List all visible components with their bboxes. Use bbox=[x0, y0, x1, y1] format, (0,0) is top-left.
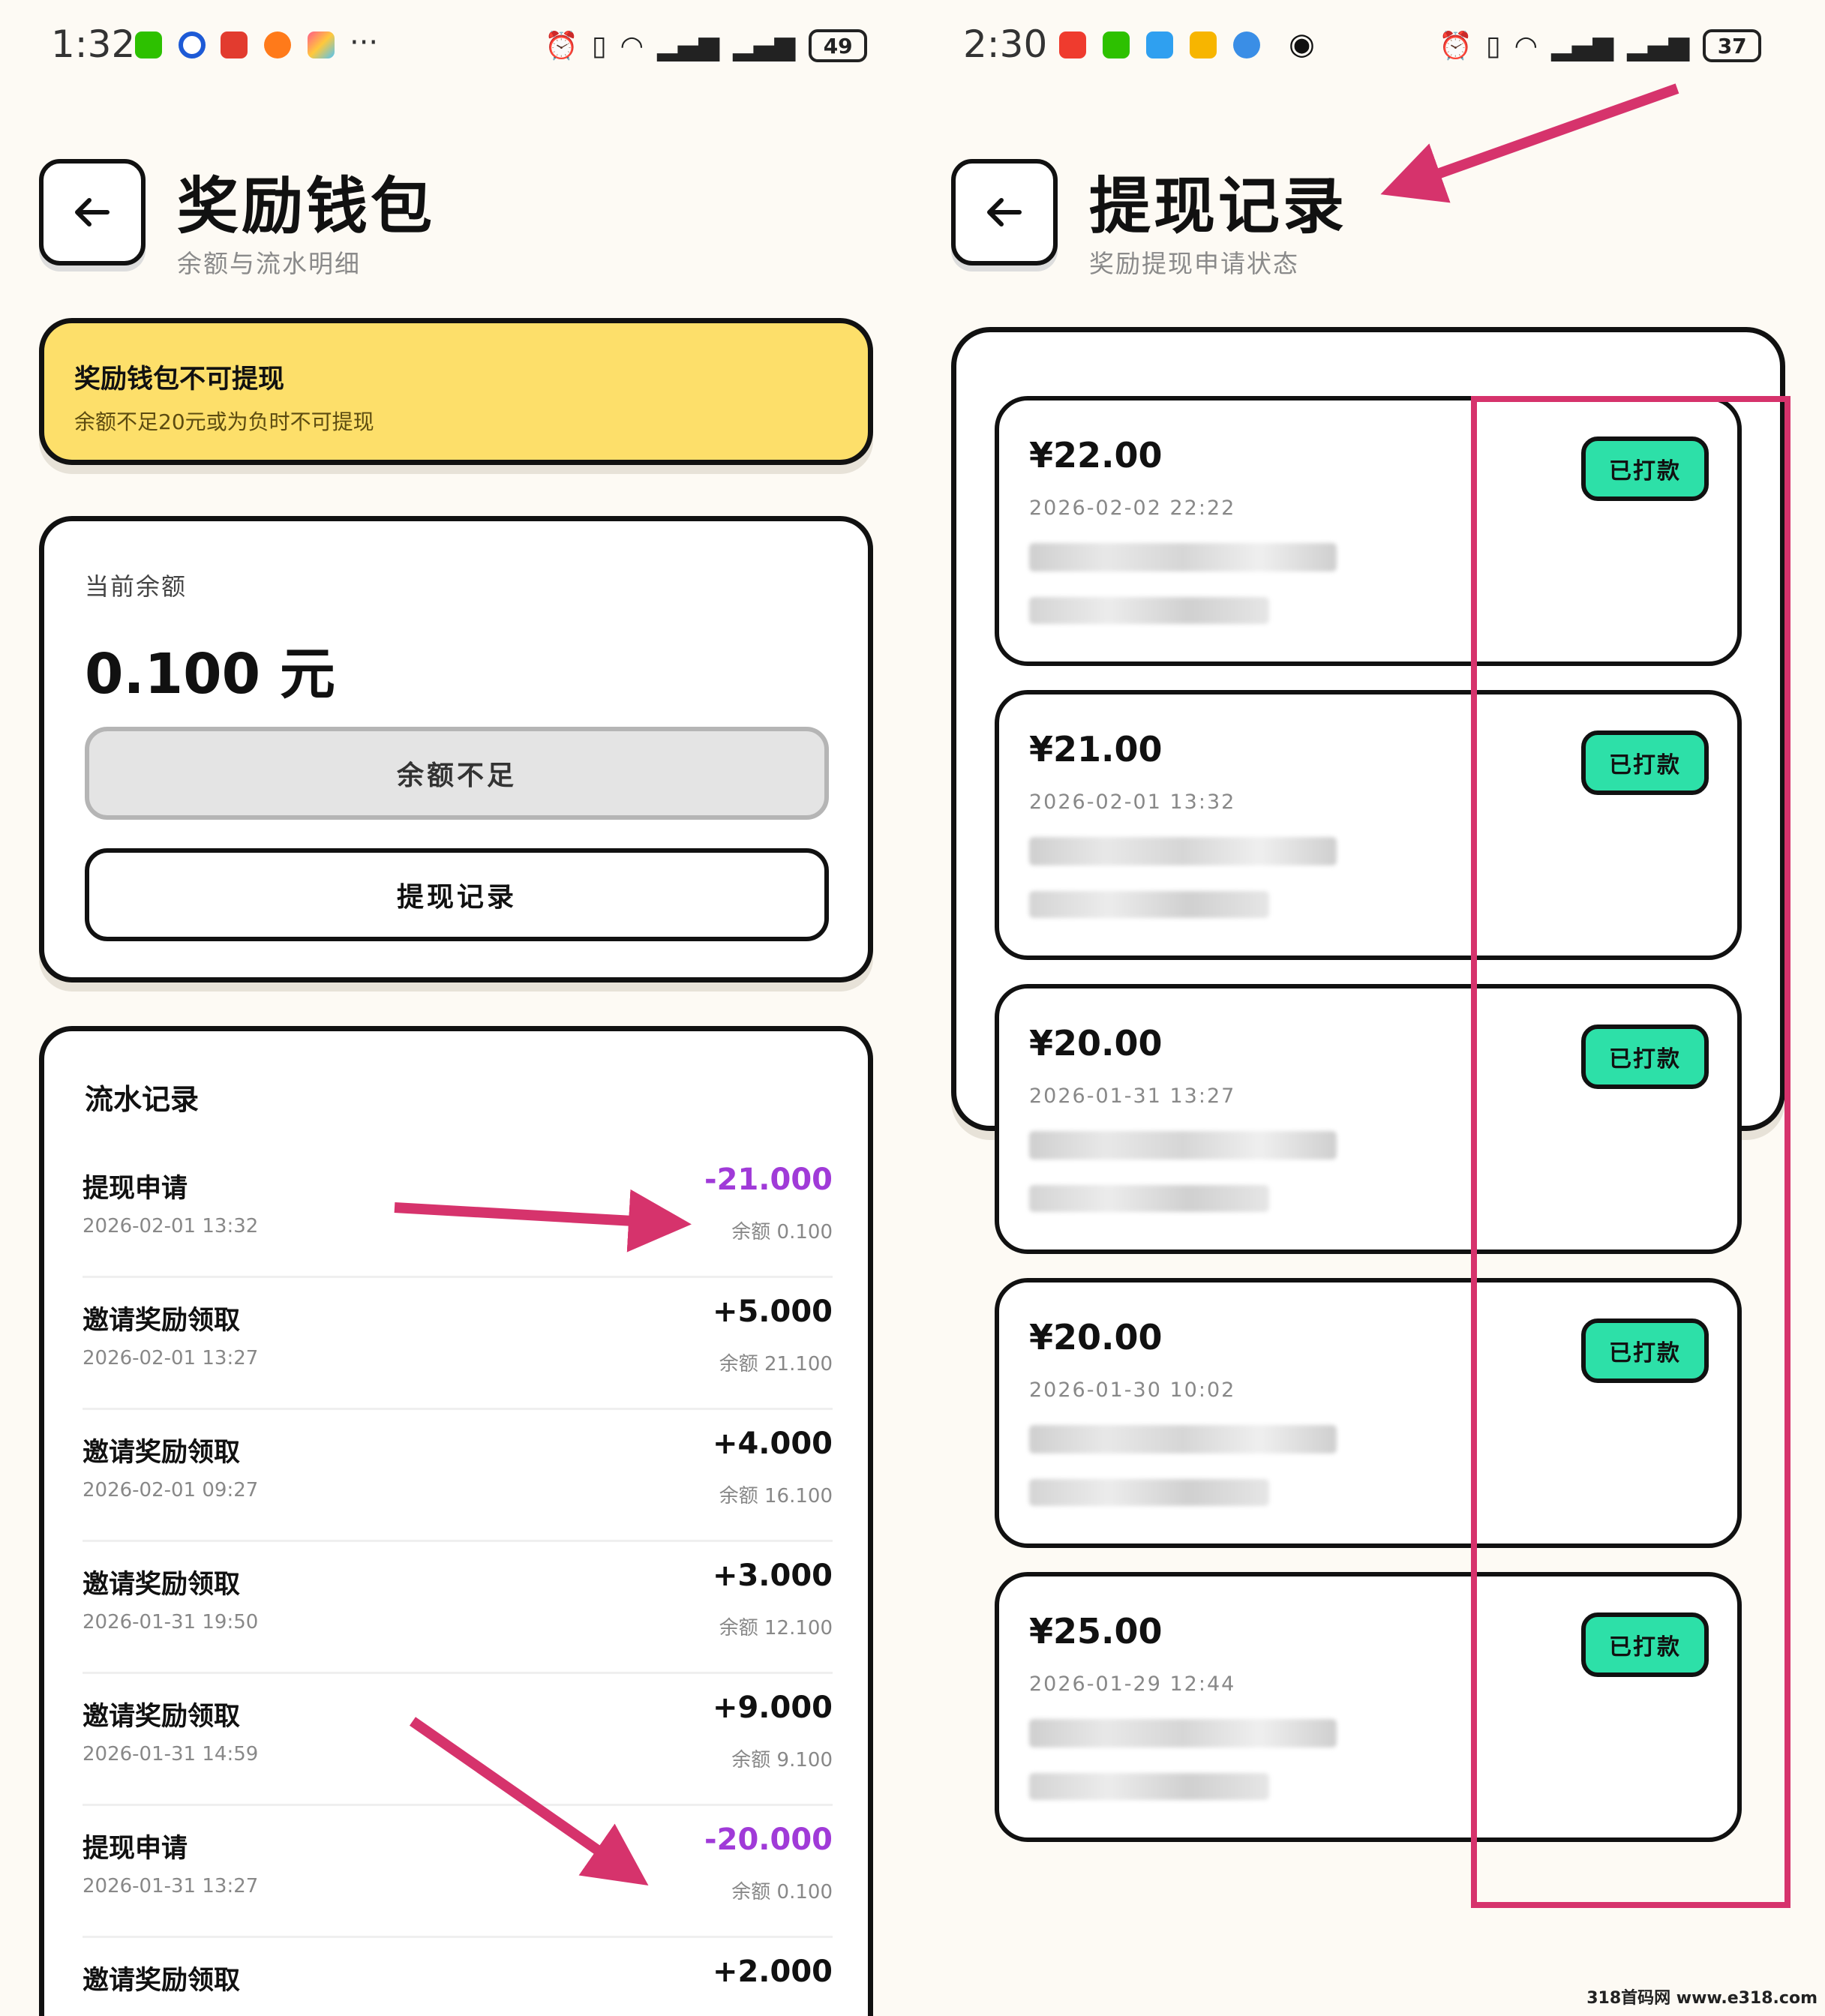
annotation-highlight-box bbox=[1471, 396, 1790, 1908]
annotation-overlay bbox=[394, 83, 1790, 1908]
annotation-arrow bbox=[409, 1717, 649, 1886]
watermark: 318首码网 www.e318.com bbox=[1586, 1989, 1817, 2008]
annotation-arrow bbox=[394, 1189, 692, 1252]
annotation-arrow bbox=[1380, 83, 1679, 203]
